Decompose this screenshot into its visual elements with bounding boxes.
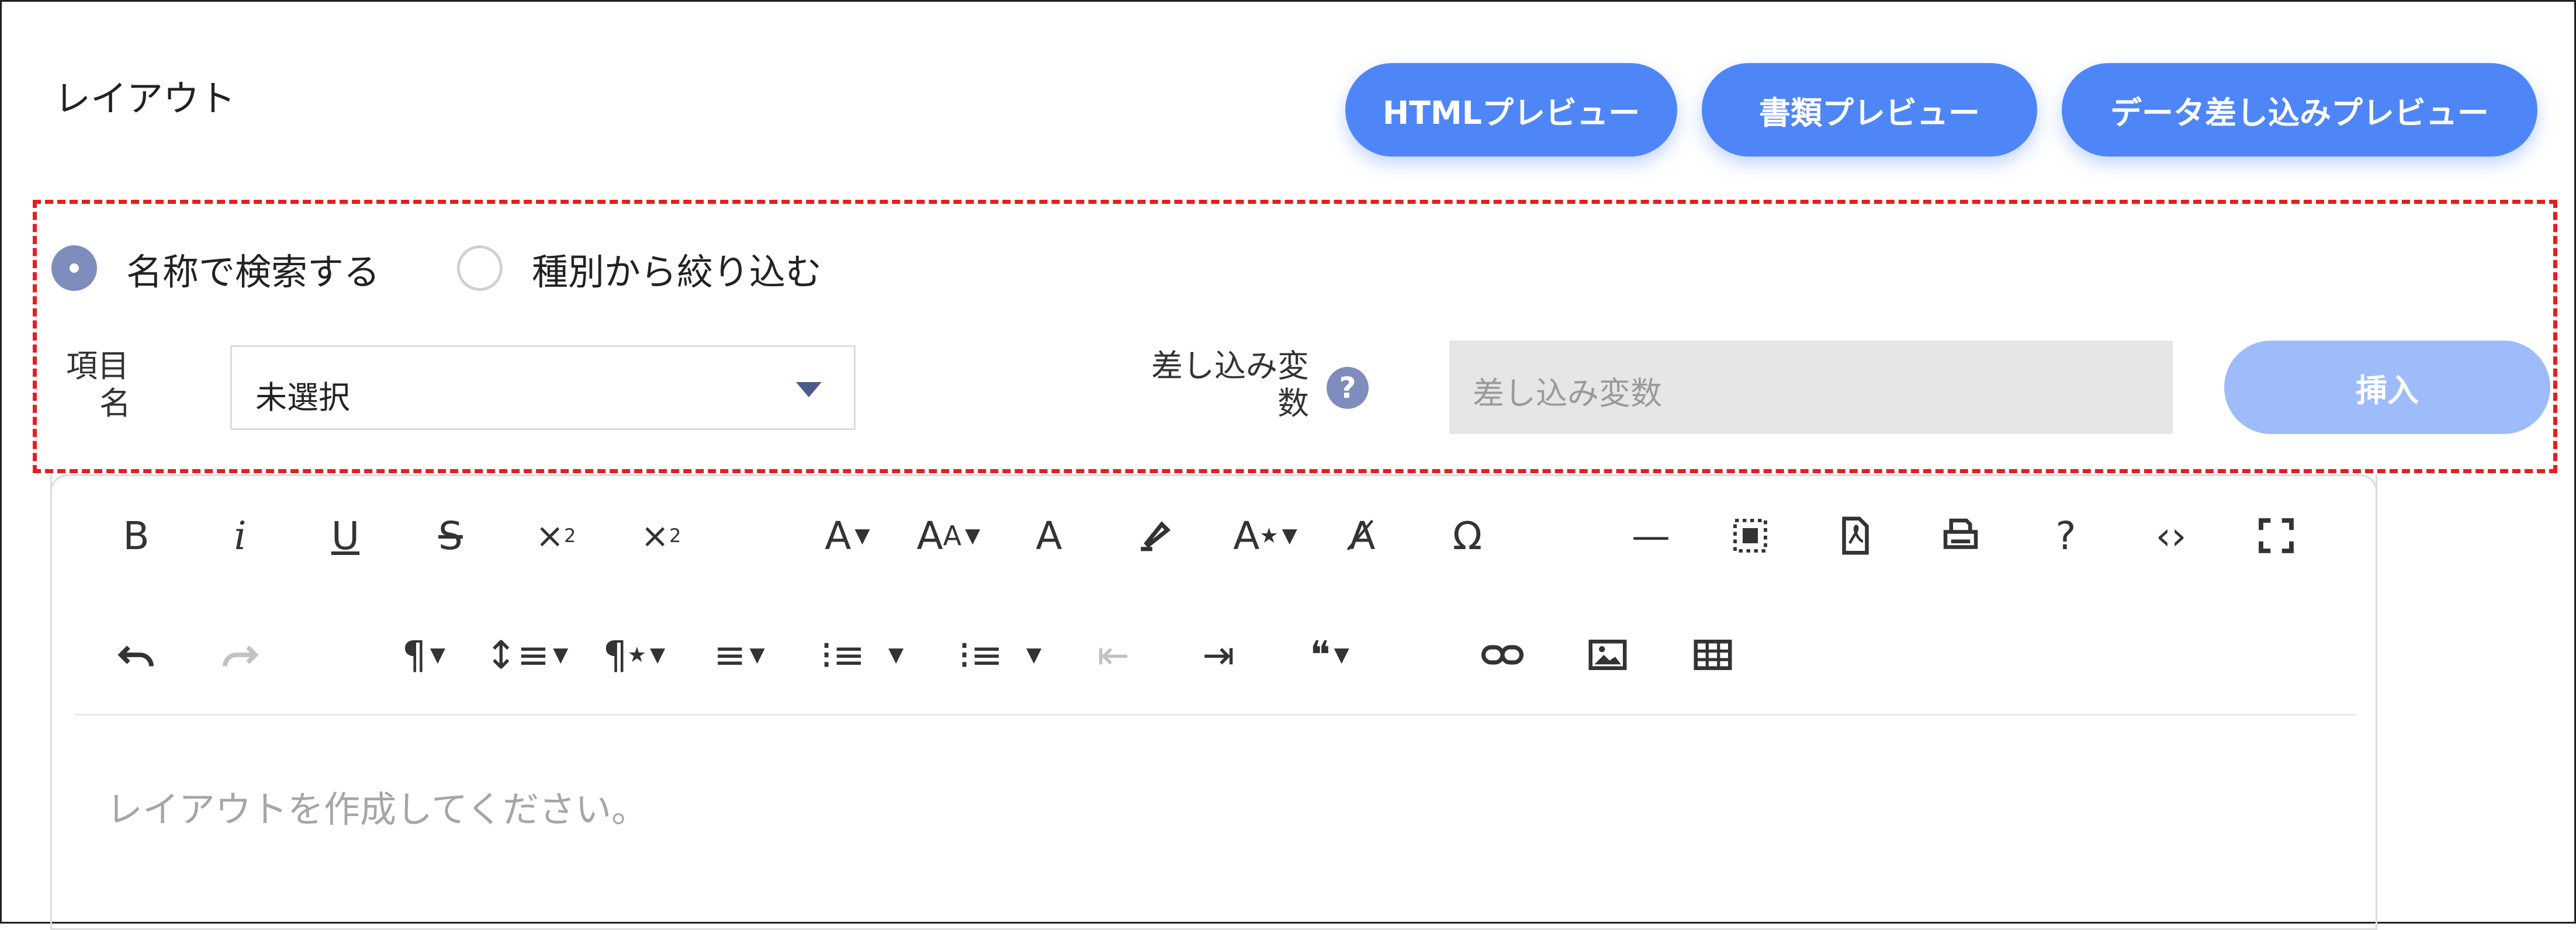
item-name-value: 未選択 bbox=[255, 379, 350, 416]
print-icon[interactable] bbox=[1928, 504, 1993, 568]
font-family-icon[interactable]: A ▼ bbox=[812, 504, 882, 568]
image-icon[interactable] bbox=[1576, 623, 1640, 687]
table-icon[interactable] bbox=[1681, 623, 1745, 687]
radio-search-by-name[interactable] bbox=[51, 245, 97, 291]
select-all-icon[interactable] bbox=[1718, 504, 1782, 568]
italic-icon[interactable]: i bbox=[208, 504, 272, 568]
superscript-icon[interactable]: × 2 bbox=[629, 504, 693, 568]
link-icon[interactable] bbox=[1470, 623, 1535, 687]
chevron-down-icon bbox=[796, 382, 822, 397]
insert-button[interactable]: 挿入 bbox=[2224, 341, 2550, 434]
rich-text-editor bbox=[50, 474, 2377, 930]
inline-style-icon[interactable]: A ★ ▼ bbox=[1221, 504, 1309, 568]
highlighter-icon[interactable] bbox=[1122, 504, 1186, 568]
undo-icon[interactable] bbox=[104, 623, 168, 687]
pdf-icon[interactable] bbox=[1823, 504, 1888, 568]
subscript-icon[interactable]: × 2 bbox=[524, 504, 588, 568]
page-title: レイアウト bbox=[54, 77, 236, 120]
item-name-label: 項目 名 bbox=[66, 348, 131, 422]
code-view-icon[interactable]: ‹› bbox=[2139, 504, 2203, 568]
help-icon[interactable]: ? bbox=[1327, 367, 1369, 409]
underline-icon[interactable]: U bbox=[313, 504, 378, 568]
special-characters-icon[interactable]: Ω bbox=[1435, 504, 1500, 568]
line-height-icon[interactable]: ↕≡ ▼ bbox=[483, 623, 570, 687]
clear-formatting-icon[interactable]: A̸ bbox=[1330, 504, 1394, 568]
editor-placeholder[interactable]: レイアウトを作成してください。 bbox=[106, 780, 648, 832]
highlight-box bbox=[33, 200, 2557, 473]
document-preview-button[interactable]: 書類プレビュー bbox=[1702, 63, 2037, 157]
text-color-icon[interactable]: A bbox=[1017, 504, 1081, 568]
radio-label-filter-by-type[interactable]: 種別から絞り込む bbox=[532, 242, 822, 295]
strikethrough-icon[interactable]: S bbox=[418, 504, 483, 568]
redo-icon[interactable] bbox=[208, 623, 272, 687]
horizontal-line-icon[interactable]: — bbox=[1619, 504, 1683, 568]
toolbar-divider bbox=[75, 714, 2356, 716]
item-name-select[interactable]: 未選択 bbox=[230, 345, 856, 430]
html-preview-button[interactable]: HTMLプレビュー bbox=[1345, 63, 1677, 157]
help-toolbar-icon[interactable]: ? bbox=[2034, 504, 2098, 568]
radio-label-search-by-name[interactable]: 名称で検索する bbox=[126, 242, 380, 295]
paragraph-style-icon[interactable]: ¶ ★ ▼ bbox=[590, 623, 678, 687]
outdent-icon[interactable]: ⇤ bbox=[1081, 623, 1145, 687]
merge-variable-label: 差し込み変 数 bbox=[1151, 348, 1309, 422]
ordered-list-icon[interactable]: ⁝≡ ▼ bbox=[806, 623, 917, 687]
quote-icon[interactable]: ❝ ▼ bbox=[1286, 623, 1373, 687]
merge-variable-input[interactable]: 差し込み変数 bbox=[1449, 341, 2173, 434]
paragraph-format-icon[interactable]: ¶ ▼ bbox=[386, 623, 462, 687]
radio-filter-by-type[interactable] bbox=[457, 245, 503, 291]
indent-icon[interactable]: ⇥ bbox=[1186, 623, 1251, 687]
unordered-list-icon[interactable]: ⁝≡ ▼ bbox=[944, 623, 1055, 687]
fullscreen-icon[interactable] bbox=[2244, 504, 2308, 568]
bold-icon[interactable]: B bbox=[104, 504, 168, 568]
font-size-icon[interactable]: A A ▼ bbox=[905, 504, 992, 568]
align-icon[interactable]: ≡ ▼ bbox=[695, 623, 783, 687]
data-merge-preview-button[interactable]: データ差し込みプレビュー bbox=[2062, 63, 2537, 157]
